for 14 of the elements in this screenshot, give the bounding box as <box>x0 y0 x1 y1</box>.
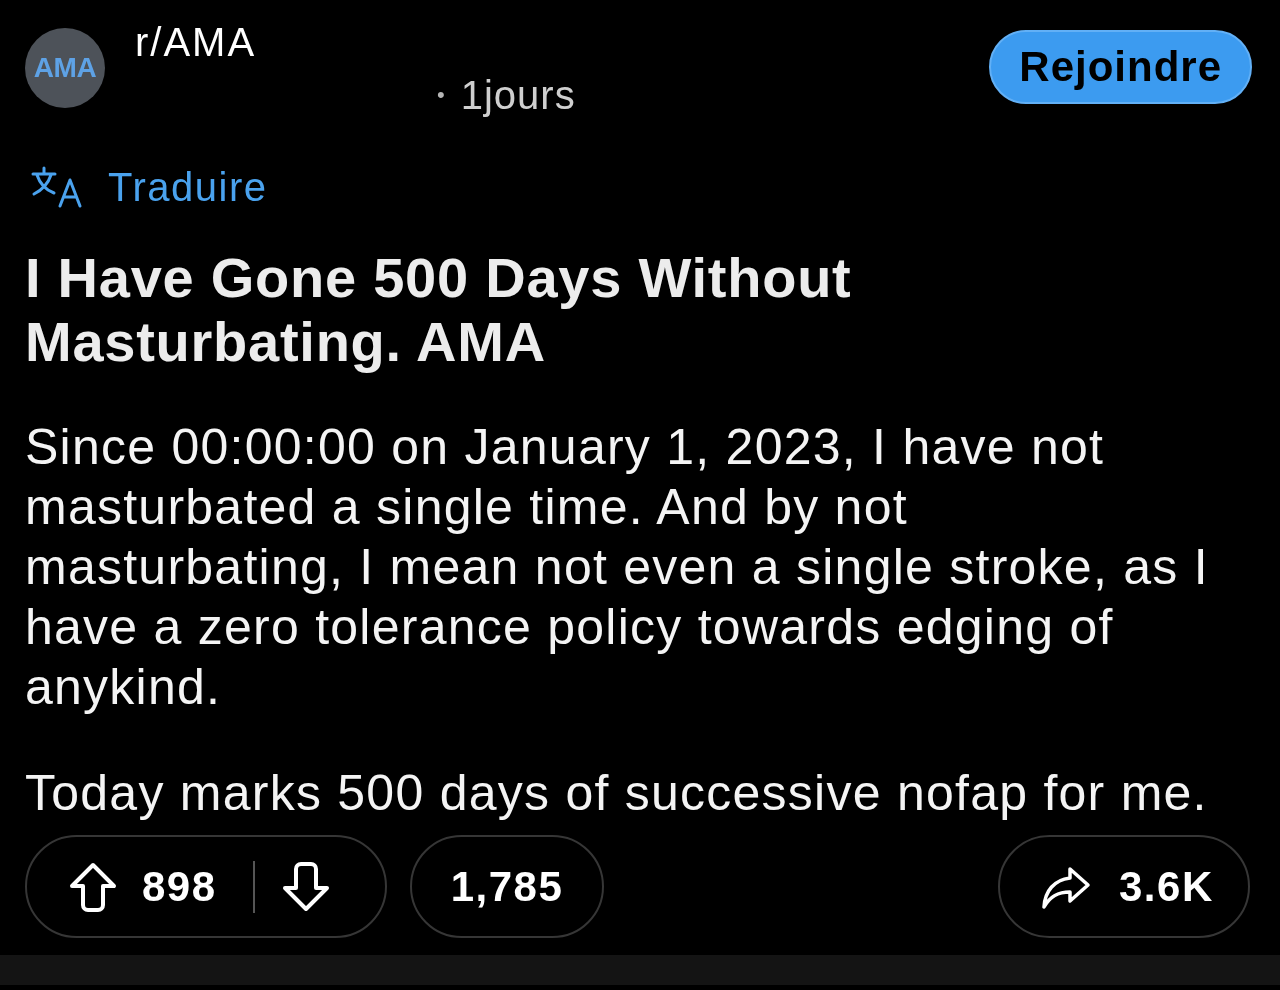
comments-button[interactable]: 1,785 <box>410 835 604 938</box>
downvote-icon[interactable] <box>280 860 331 913</box>
separator-dot: • <box>437 81 445 109</box>
post-title: I Have Gone 500 Days Without Masturbating. AMA <box>25 246 853 374</box>
post-age: 1jours <box>460 73 576 117</box>
community-name[interactable]: r/AMA <box>135 18 576 66</box>
join-button[interactable]: Rejoindre <box>989 30 1252 104</box>
share-button[interactable]: 3.6K <box>998 835 1250 938</box>
upvote-icon[interactable] <box>68 860 118 913</box>
avatar-label: AMA <box>33 52 97 84</box>
post-body-paragraph: Since 00:00:00 on January 1, 2023, I have not masturbated a single time. And by not masturbating, I mean not even a single stroke, as I have a zero tolerance policy towards edging of anykind. <box>25 418 1210 717</box>
translate-button[interactable]: Traduire <box>30 164 268 210</box>
post-body-paragraph: Today marks 500 days of successive nofap for me. <box>25 764 1209 823</box>
vote-count: 898 <box>142 862 217 911</box>
